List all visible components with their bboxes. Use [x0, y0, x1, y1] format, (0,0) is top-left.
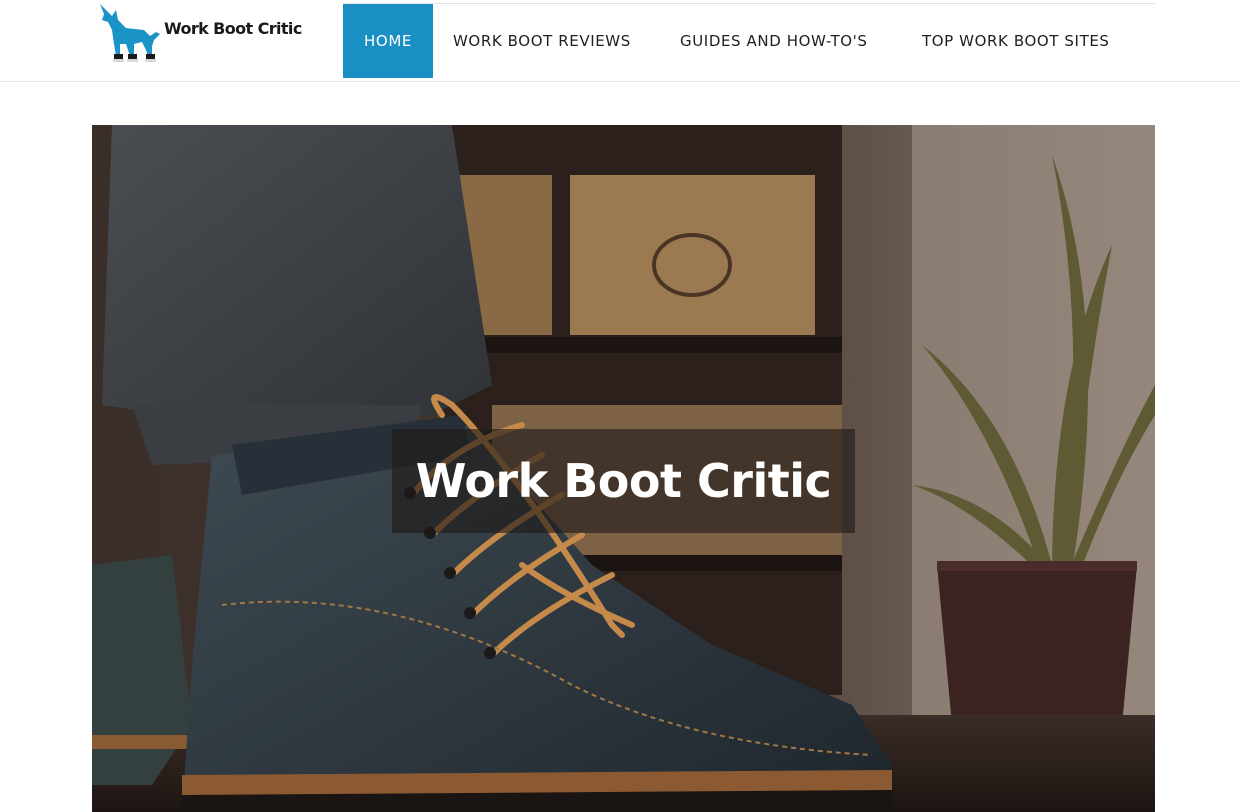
- hero-title-box: Work Boot Critic: [392, 429, 855, 533]
- nav-item-work-boot-reviews[interactable]: WORK BOOT REVIEWS: [453, 4, 631, 78]
- logo-text: Work Boot Critic: [164, 19, 302, 38]
- site-logo[interactable]: Work Boot Critic: [96, 0, 302, 66]
- nav-item-guides-and-how-tos[interactable]: GUIDES AND HOW-TO'S: [680, 4, 868, 78]
- dog-in-boots-icon: [100, 4, 160, 62]
- hero-banner: Work Boot Critic: [92, 125, 1155, 812]
- nav-item-top-work-boot-sites[interactable]: TOP WORK BOOT SITES: [922, 4, 1110, 78]
- main-nav: HOME WORK BOOT REVIEWS GUIDES AND HOW-TO…: [343, 3, 1155, 81]
- site-header: Work Boot Critic HOME WORK BOOT REVIEWS …: [0, 0, 1240, 82]
- nav-item-home[interactable]: HOME: [343, 4, 433, 78]
- hero-title: Work Boot Critic: [415, 454, 832, 508]
